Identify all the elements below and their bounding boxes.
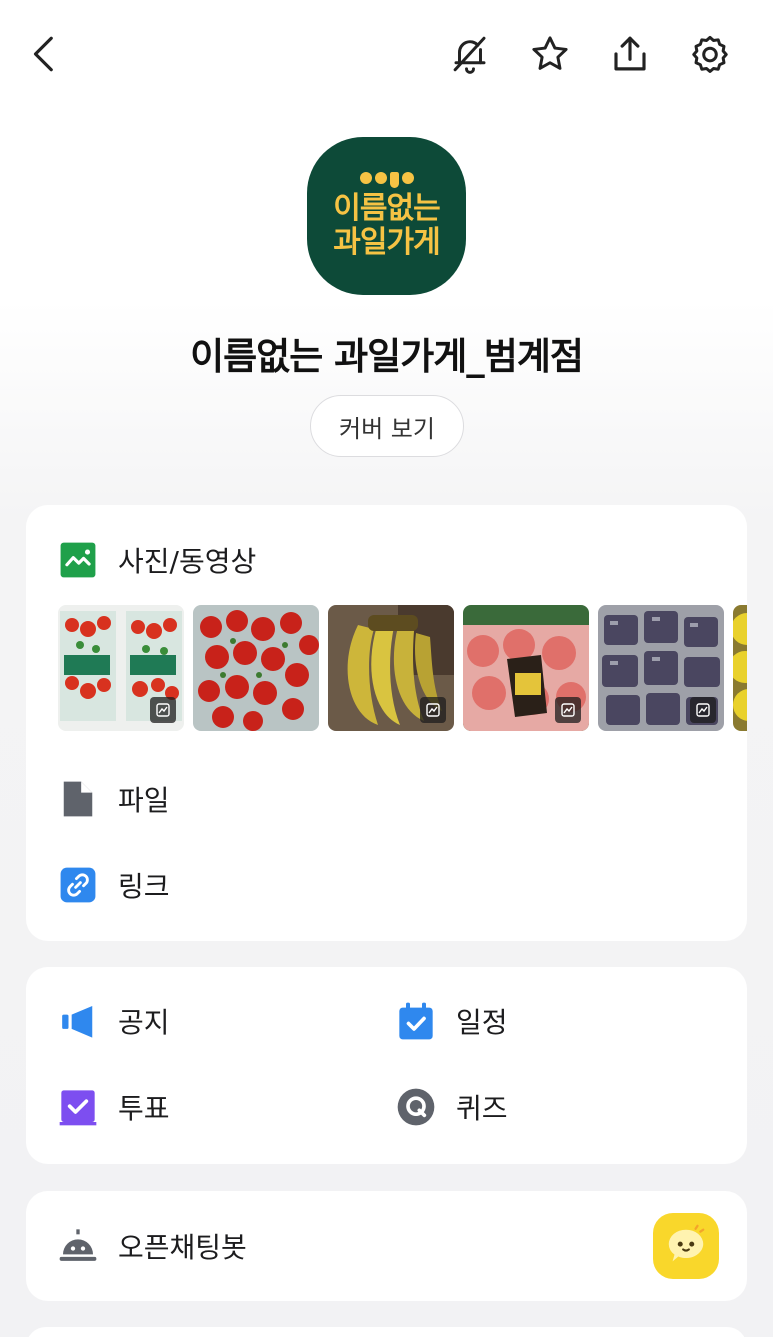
quiz-row[interactable]: 퀴즈 — [396, 1087, 508, 1127]
video-badge-icon — [420, 697, 446, 723]
calendar-icon — [396, 1001, 436, 1041]
notification-off-button[interactable] — [442, 26, 498, 82]
room-logo: 이름없는 과일가게 — [307, 137, 466, 295]
openchat-bot-card[interactable]: 오픈채팅봇 — [26, 1191, 747, 1301]
media-thumbnail[interactable] — [193, 605, 319, 731]
openchat-bot-row[interactable]: 오픈채팅봇 — [58, 1226, 247, 1266]
schedule-row[interactable]: 일정 — [396, 1001, 508, 1041]
photo-icon — [58, 540, 98, 580]
photos-videos-row[interactable]: 사진/동영상 — [58, 540, 256, 580]
openchat-bot-label: 오픈채팅봇 — [118, 1231, 247, 1264]
back-button[interactable] — [18, 26, 74, 82]
logo-text-line1: 이름없는 — [333, 191, 440, 226]
media-thumbnail[interactable] — [328, 605, 454, 731]
media-thumbnail-strip[interactable] — [58, 605, 747, 731]
view-cover-button[interactable]: 커버 보기 — [310, 395, 464, 457]
notice-label: 공지 — [118, 1006, 170, 1039]
megaphone-icon — [58, 1001, 98, 1041]
notice-row[interactable]: 공지 — [58, 1001, 170, 1041]
bell-off-icon — [453, 36, 486, 74]
media-thumbnail[interactable] — [733, 605, 747, 731]
video-badge-icon — [150, 697, 176, 723]
files-label: 파일 — [118, 784, 170, 817]
poll-row[interactable]: 투표 — [58, 1087, 170, 1127]
media-files-links-card: 사진/동영상 파일 링크 — [26, 505, 747, 941]
poll-icon — [58, 1087, 98, 1127]
media-thumbnail[interactable] — [463, 605, 589, 731]
files-row[interactable]: 파일 — [58, 779, 170, 819]
bell-service-icon — [58, 1226, 98, 1266]
tools-card: 공지 일정 투표 퀴즈 — [26, 967, 747, 1164]
video-badge-icon — [690, 697, 716, 723]
links-label: 링크 — [118, 870, 170, 903]
schedule-label: 일정 — [456, 1006, 508, 1039]
poll-label: 투표 — [118, 1092, 170, 1125]
next-section-card — [26, 1327, 747, 1337]
quiz-label: 퀴즈 — [456, 1092, 508, 1125]
settings-button[interactable] — [682, 26, 738, 82]
link-icon — [58, 865, 98, 905]
file-icon — [58, 779, 98, 819]
share-icon — [614, 36, 646, 71]
chatbot-avatar-icon — [653, 1213, 719, 1279]
photos-videos-label: 사진/동영상 — [118, 545, 257, 578]
favorite-button[interactable] — [522, 26, 578, 82]
share-button[interactable] — [602, 26, 658, 82]
quiz-icon — [396, 1087, 436, 1127]
room-title: 이름없는 과일가게_범계점 — [190, 335, 584, 378]
star-icon — [532, 36, 568, 70]
fruit-icons — [359, 172, 414, 188]
media-thumbnail[interactable] — [58, 605, 184, 731]
links-row[interactable]: 링크 — [58, 865, 170, 905]
chevron-left-icon — [33, 36, 53, 72]
gear-icon — [692, 35, 728, 73]
video-badge-icon — [555, 697, 581, 723]
logo-text-line2: 과일가게 — [333, 225, 440, 260]
media-thumbnail[interactable] — [598, 605, 724, 731]
